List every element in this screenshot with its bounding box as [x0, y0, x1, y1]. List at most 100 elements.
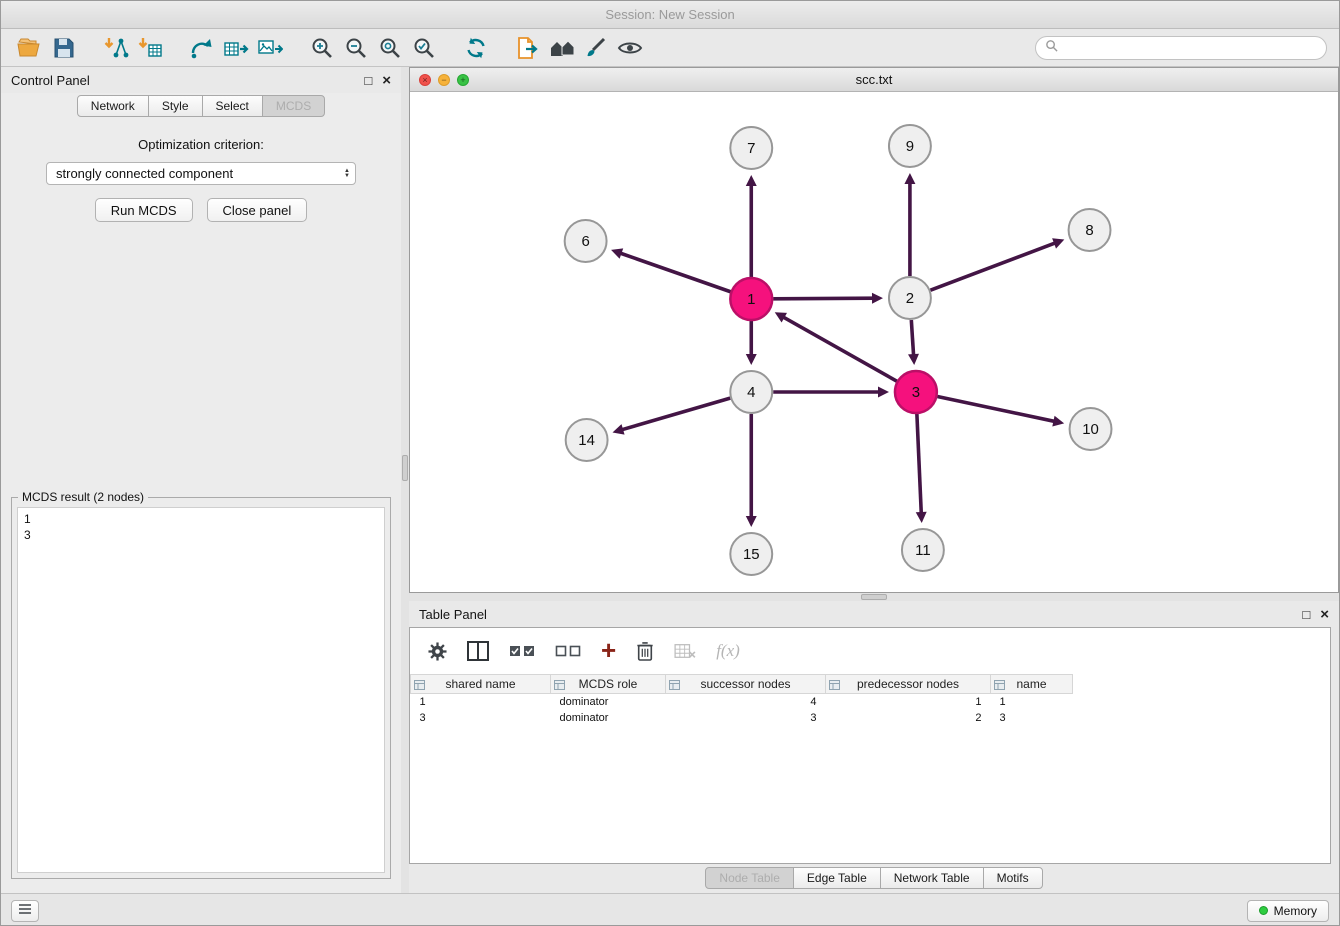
graph-node-14[interactable]: 14: [566, 419, 608, 461]
tab-node-table[interactable]: Node Table: [705, 867, 794, 889]
graph-edge-3-10[interactable]: [937, 397, 1055, 422]
open-session-icon[interactable]: [13, 33, 47, 63]
graph-node-3[interactable]: 3: [895, 371, 937, 413]
show-columns-icon[interactable]: [467, 641, 489, 661]
search-box[interactable]: [1035, 36, 1327, 60]
horizontal-splitter[interactable]: [409, 593, 1339, 601]
memory-label: Memory: [1274, 904, 1317, 918]
deselect-all-rows-icon[interactable]: [555, 644, 581, 658]
graph-node-10[interactable]: 10: [1070, 408, 1112, 450]
maximize-window-icon[interactable]: +: [457, 74, 469, 86]
graph-edge-2-8[interactable]: [930, 243, 1055, 291]
export-table-icon[interactable]: [219, 33, 253, 63]
column-sort-icon: [554, 679, 565, 693]
tab-edge-table[interactable]: Edge Table: [793, 867, 881, 889]
delete-column-trash-icon[interactable]: [636, 641, 654, 661]
graph-edge-3-1[interactable]: [783, 317, 897, 382]
main-toolbar: [1, 29, 1339, 67]
zoom-out-icon[interactable]: [339, 33, 373, 63]
minimize-window-icon[interactable]: −: [438, 74, 450, 86]
graph-edge-arrowhead: [746, 516, 757, 527]
column-sort-icon: [994, 679, 1005, 693]
graph-node-11[interactable]: 11: [902, 529, 944, 571]
tab-mcds[interactable]: MCDS: [262, 95, 325, 117]
tab-style[interactable]: Style: [148, 95, 203, 117]
new-network-icon[interactable]: [185, 33, 219, 63]
column-header-predecessor-nodes[interactable]: predecessor nodes: [826, 675, 991, 694]
column-sort-icon: [829, 679, 840, 693]
table-body: 1dominator4113dominator323: [411, 694, 1331, 727]
tab-motifs[interactable]: Motifs: [983, 867, 1043, 889]
graph-edge-2-3[interactable]: [911, 320, 913, 356]
table-settings-gear-icon[interactable]: [428, 642, 447, 661]
splitter-handle[interactable]: [402, 455, 408, 481]
graph-edge-arrowhead: [916, 512, 927, 523]
run-mcds-button[interactable]: Run MCDS: [95, 198, 193, 222]
save-session-icon[interactable]: [47, 33, 81, 63]
svg-text:1: 1: [747, 291, 755, 308]
create-column-plus-icon[interactable]: +: [601, 637, 616, 663]
tab-network-table[interactable]: Network Table: [880, 867, 984, 889]
graph-node-1[interactable]: 1: [730, 278, 772, 320]
horizontal-splitter-handle[interactable]: [861, 594, 887, 600]
network-graph: 1 2 3 4 6 7 8 9 10 11 14 15: [410, 92, 1338, 592]
graph-edge-4-14[interactable]: [621, 398, 730, 430]
open-document-icon[interactable]: [511, 33, 545, 63]
zoom-in-icon[interactable]: [305, 33, 339, 63]
column-header-successor-nodes[interactable]: successor nodes: [666, 675, 826, 694]
panel-splitter[interactable]: [401, 67, 409, 893]
home-layout-icon[interactable]: [545, 33, 579, 63]
tab-select[interactable]: Select: [202, 95, 263, 117]
zoom-selected-icon[interactable]: [407, 33, 441, 63]
network-window-title: scc.txt: [856, 72, 893, 87]
close-panel-button[interactable]: Close panel: [207, 198, 308, 222]
mcds-result-text[interactable]: 1 3: [17, 507, 385, 873]
search-input[interactable]: [1063, 41, 1317, 55]
memory-button[interactable]: Memory: [1247, 900, 1329, 922]
graph-edge-3-11[interactable]: [917, 414, 921, 514]
column-header-shared-name[interactable]: shared name: [411, 675, 551, 694]
select-all-rows-icon[interactable]: [509, 644, 535, 658]
network-window: × − + scc.txt 1 2 3 4 6 7 8 9 10 11 14 15: [409, 67, 1339, 593]
function-builder-icon[interactable]: f(x): [716, 641, 740, 661]
graph-edge-arrowhead: [1052, 416, 1064, 427]
network-canvas[interactable]: 1 2 3 4 6 7 8 9 10 11 14 15: [410, 92, 1338, 592]
float-table-panel-icon[interactable]: □: [1302, 608, 1310, 621]
graph-node-9[interactable]: 9: [889, 125, 931, 167]
close-control-panel-icon[interactable]: ×: [382, 73, 391, 88]
column-header-name[interactable]: name: [991, 675, 1073, 694]
apply-style-brush-icon[interactable]: [579, 33, 613, 63]
close-window-icon[interactable]: ×: [419, 74, 431, 86]
graph-node-7[interactable]: 7: [730, 127, 772, 169]
float-control-panel-icon[interactable]: □: [364, 74, 372, 87]
graph-node-8[interactable]: 8: [1069, 209, 1111, 251]
task-history-button[interactable]: [11, 900, 39, 922]
graph-node-15[interactable]: 15: [730, 533, 772, 575]
export-image-icon[interactable]: [253, 33, 287, 63]
graph-node-6[interactable]: 6: [565, 220, 607, 262]
node-table: shared nameMCDS rolesuccessor nodesprede…: [410, 674, 1330, 726]
import-table-icon[interactable]: [133, 33, 167, 63]
table-row[interactable]: 1dominator411: [411, 694, 1331, 711]
control-panel-header: Control Panel □ ×: [1, 67, 401, 93]
import-network-icon[interactable]: [99, 33, 133, 63]
graph-edge-1-6[interactable]: [620, 253, 731, 292]
svg-text:9: 9: [906, 138, 914, 155]
graph-edge-1-2[interactable]: [773, 298, 874, 299]
graph-edge-arrowhead: [746, 175, 757, 186]
column-header-mcds-role[interactable]: MCDS role: [551, 675, 666, 694]
graph-edge-arrowhead: [904, 173, 915, 184]
table-row[interactable]: 3dominator323: [411, 710, 1331, 726]
search-icon: [1045, 39, 1058, 57]
close-table-panel-icon[interactable]: ×: [1320, 607, 1329, 622]
criterion-select[interactable]: strongly connected component ▲▼: [46, 162, 356, 185]
table-panel-title: Table Panel: [419, 607, 487, 622]
graph-node-4[interactable]: 4: [730, 371, 772, 413]
svg-text:14: 14: [578, 432, 595, 449]
graph-node-2[interactable]: 2: [889, 277, 931, 319]
tab-network[interactable]: Network: [77, 95, 149, 117]
zoom-fit-icon[interactable]: [373, 33, 407, 63]
refresh-icon[interactable]: [459, 33, 493, 63]
show-graphics-eye-icon[interactable]: [613, 33, 647, 63]
control-panel: Control Panel □ × NetworkStyleSelectMCDS…: [1, 67, 401, 893]
